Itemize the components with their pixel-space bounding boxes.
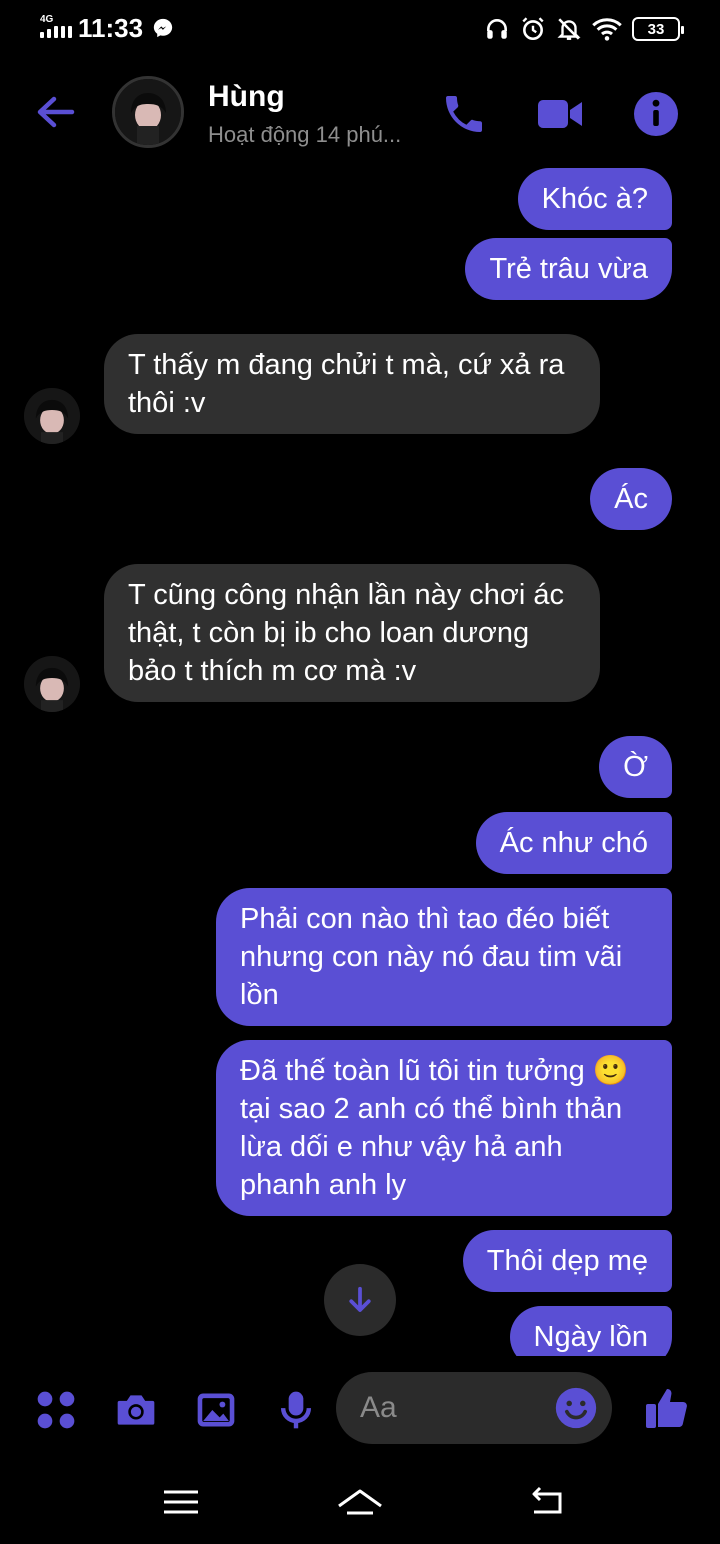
outgoing-message[interactable]: Đã thế toàn lũ tôi tin tưởng 🙂 tại sao 2… [216,1040,672,1216]
info-icon[interactable] [632,90,680,138]
message-list[interactable]: Khóc à? Trẻ trâu vừa T thấy m đang chửi … [0,166,720,1356]
outgoing-message[interactable]: Thôi dẹp mẹ [462,1230,672,1292]
contact-avatar-small[interactable] [24,656,80,712]
messenger-icon [153,18,173,38]
incoming-message[interactable]: T thấy m đang chửi t mà, cứ xả ra thôi :… [104,334,600,434]
video-call-icon[interactable] [536,90,584,138]
thumbs-up-icon[interactable] [644,1384,692,1432]
arrow-down-icon [349,1286,371,1312]
outgoing-message[interactable]: Ngày lồn [509,1306,672,1356]
back-arrow-icon[interactable] [32,90,80,134]
scroll-to-bottom-button[interactable] [324,1264,396,1336]
message-input[interactable]: Aa [336,1372,612,1444]
message-input-placeholder: Aa [360,1391,397,1424]
status-time: 11:33 [78,13,144,43]
home-icon[interactable] [335,1480,385,1524]
camera-icon[interactable] [114,1388,158,1432]
outgoing-message[interactable]: Ác [590,468,672,530]
phone-icon[interactable] [440,90,488,138]
emoji-icon[interactable] [554,1386,598,1430]
message-composer: Aa [0,1370,720,1450]
status-bar: 4G 11:33 33 [0,0,720,60]
mute-bell-icon [557,18,581,40]
apps-menu-icon[interactable] [34,1388,78,1432]
active-status: Hoạt động 14 phú... [208,122,402,147]
signal-icon: 4G [38,14,72,40]
contact-avatar-small[interactable] [24,388,80,444]
outgoing-message[interactable]: Khóc à? [517,168,672,230]
system-navigation-bar [0,1460,720,1544]
outgoing-message[interactable]: Phải con nào thì tao đéo biết nhưng con … [216,888,672,1026]
headphones-icon [487,19,507,39]
microphone-icon[interactable] [274,1388,318,1432]
wifi-icon [592,18,622,41]
outgoing-message[interactable]: Trẻ trâu vừa [465,238,672,300]
outgoing-message[interactable]: Ác như chó [475,812,672,874]
incoming-message[interactable]: T cũng công nhận lần này chơi ác thật, t… [104,564,600,702]
network-type: 4G [40,14,54,25]
contact-name: Hùng [208,80,285,113]
menu-icon[interactable] [156,1480,206,1524]
battery-icon: 33 [632,17,684,41]
back-icon[interactable] [524,1480,574,1524]
gallery-icon[interactable] [194,1388,238,1432]
contact-avatar[interactable] [112,76,184,148]
chat-header: Hùng Hoạt động 14 phú... [0,60,720,166]
alarm-icon [522,17,544,41]
battery-level: 33 [647,20,665,38]
outgoing-message[interactable]: Ờ [599,736,672,798]
